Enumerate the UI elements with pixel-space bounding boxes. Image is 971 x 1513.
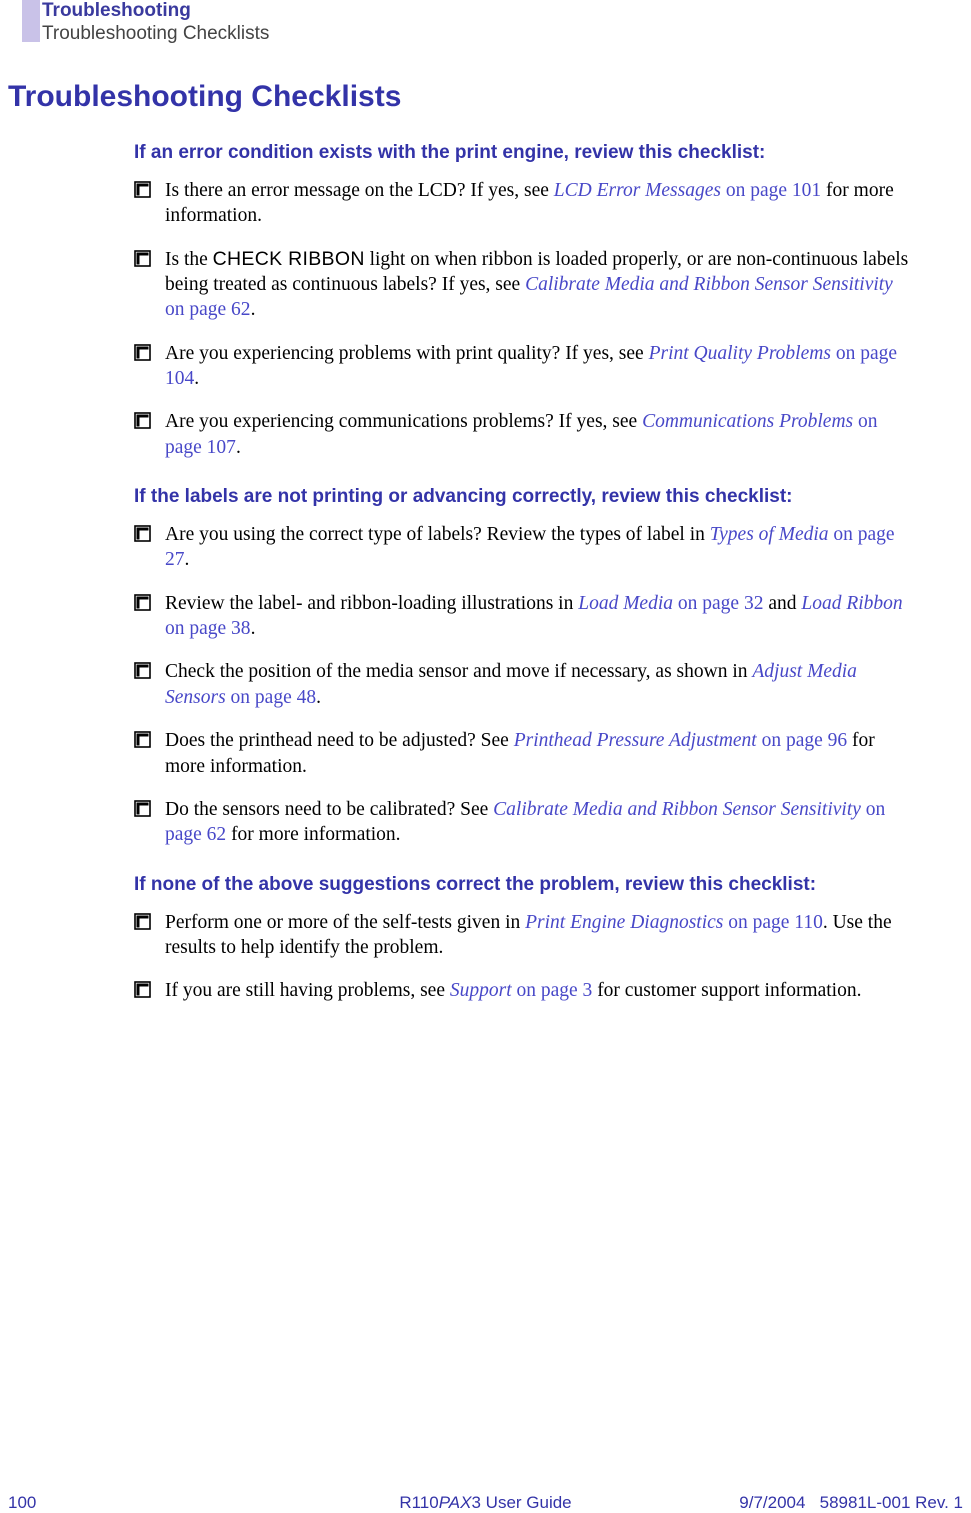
header-tab bbox=[22, 0, 40, 42]
checkbox-icon bbox=[134, 800, 151, 848]
checklist-item: If you are still having problems, see Su… bbox=[134, 978, 911, 1003]
checklist-item: Is there an error message on the LCD? If… bbox=[134, 178, 911, 229]
checklist: Is there an error message on the LCD? If… bbox=[134, 178, 911, 460]
cross-reference-link[interactable]: Calibrate Media and Ribbon Sensor Sensit… bbox=[165, 274, 893, 320]
checkbox-icon bbox=[134, 731, 151, 779]
checkbox-icon bbox=[134, 412, 151, 460]
checklist-prompt: If an error condition exists with the pr… bbox=[134, 142, 911, 164]
item-text: Does the printhead need to be adjusted? … bbox=[165, 728, 911, 779]
item-text: Check the position of the media sensor a… bbox=[165, 659, 911, 710]
item-text: Perform one or more of the self-tests gi… bbox=[165, 910, 911, 961]
cross-reference-link[interactable]: Support on page 3 bbox=[450, 980, 592, 1001]
cross-reference-link[interactable]: Print Quality Problems on page 104 bbox=[165, 343, 897, 389]
doc-info: 9/7/2004 58981L-001 Rev. 1 bbox=[739, 1493, 963, 1513]
ui-label: CHECK RIBBON bbox=[213, 248, 365, 270]
checklist-item: Are you experiencing communications prob… bbox=[134, 409, 911, 460]
item-text: Is the CHECK RIBBON light on when ribbon… bbox=[165, 247, 911, 323]
item-text: Are you using the correct type of labels… bbox=[165, 522, 911, 573]
section-name: Troubleshooting Checklists bbox=[42, 23, 269, 45]
checklist-item: Perform one or more of the self-tests gi… bbox=[134, 910, 911, 961]
checkbox-icon bbox=[134, 981, 151, 1003]
page-header: Troubleshooting Troubleshooting Checklis… bbox=[42, 0, 269, 45]
cross-reference-link[interactable]: LCD Error Messages on page 101 bbox=[554, 180, 821, 201]
checklist-prompt: If the labels are not printing or advanc… bbox=[134, 486, 911, 508]
item-text: Review the label- and ribbon-loading ill… bbox=[165, 591, 911, 642]
item-text: Do the sensors need to be calibrated? Se… bbox=[165, 797, 911, 848]
checklist: Perform one or more of the self-tests gi… bbox=[134, 910, 911, 1004]
checkbox-icon bbox=[134, 662, 151, 710]
checklist-prompt: If none of the above suggestions correct… bbox=[134, 874, 911, 896]
checklist-item: Are you experiencing problems with print… bbox=[134, 341, 911, 392]
checkbox-icon bbox=[134, 594, 151, 642]
checkbox-icon bbox=[134, 250, 151, 323]
checkbox-icon bbox=[134, 181, 151, 229]
checkbox-icon bbox=[134, 525, 151, 573]
checklist-item: Are you using the correct type of labels… bbox=[134, 522, 911, 573]
cross-reference-link[interactable]: Calibrate Media and Ribbon Sensor Sensit… bbox=[165, 799, 885, 845]
checklist-item: Is the CHECK RIBBON light on when ribbon… bbox=[134, 247, 911, 323]
checklist: Are you using the correct type of labels… bbox=[134, 522, 911, 847]
checklist-item: Does the printhead need to be adjusted? … bbox=[134, 728, 911, 779]
checklist-item: Check the position of the media sensor a… bbox=[134, 659, 911, 710]
item-text: Are you experiencing communications prob… bbox=[165, 409, 911, 460]
cross-reference-link[interactable]: Printhead Pressure Adjustment on page 96 bbox=[514, 730, 847, 751]
cross-reference-link[interactable]: Print Engine Diagnostics on page 110 bbox=[525, 912, 823, 933]
checklist-item: Do the sensors need to be calibrated? Se… bbox=[134, 797, 911, 848]
cross-reference-link[interactable]: Load Media on page 32 bbox=[578, 593, 763, 614]
cross-reference-link[interactable]: Communications Problems on page 107 bbox=[165, 411, 878, 457]
item-text: Are you experiencing problems with print… bbox=[165, 341, 911, 392]
cross-reference-link[interactable]: Adjust Media Sensors on page 48 bbox=[165, 661, 857, 707]
item-text: Is there an error message on the LCD? If… bbox=[165, 178, 911, 229]
page-title: Troubleshooting Checklists bbox=[8, 80, 911, 114]
checkbox-icon bbox=[134, 344, 151, 392]
checkbox-icon bbox=[134, 913, 151, 961]
checklist-item: Review the label- and ribbon-loading ill… bbox=[134, 591, 911, 642]
cross-reference-link[interactable]: Types of Media on page 27 bbox=[165, 524, 895, 570]
chapter-title: Troubleshooting bbox=[42, 0, 269, 22]
item-text: If you are still having problems, see Su… bbox=[165, 978, 861, 1003]
cross-reference-link[interactable]: Load Ribbon on page 38 bbox=[165, 593, 903, 639]
